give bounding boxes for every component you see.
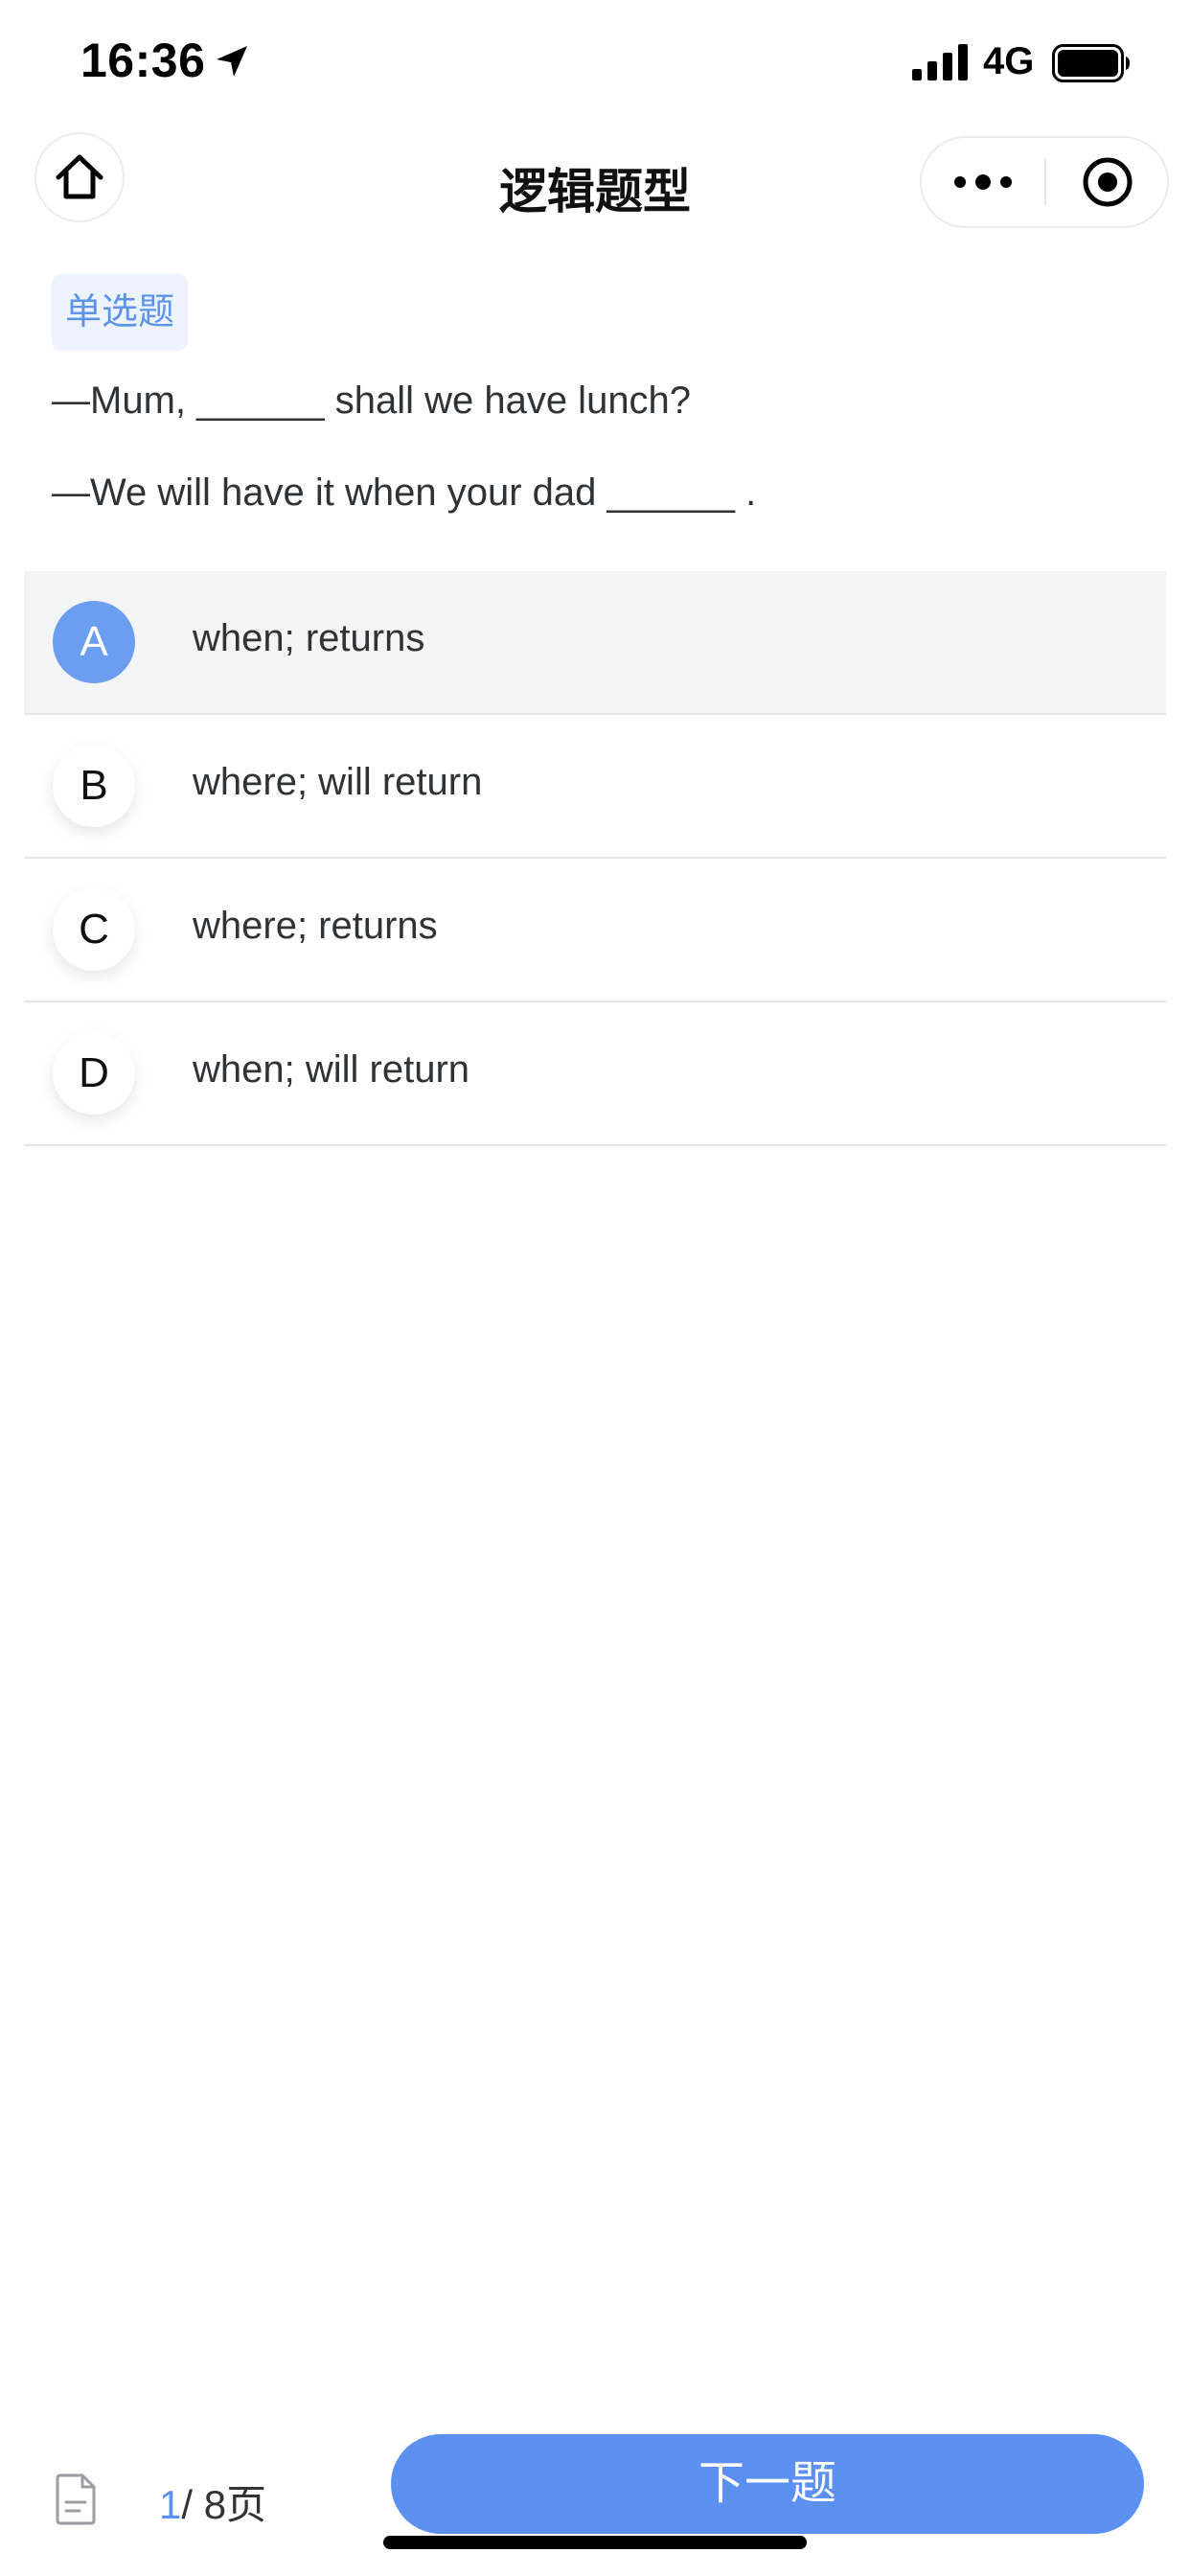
current-page: 1 (159, 2482, 182, 2527)
option-letter: B (53, 745, 135, 827)
option-text: when; returns (193, 617, 425, 659)
option-c[interactable]: C where; returns (24, 859, 1166, 1002)
close-mini-program-button[interactable] (1046, 138, 1169, 226)
question-type-badge: 单选题 (52, 274, 189, 351)
more-button[interactable] (922, 138, 1044, 226)
close-target-icon (1083, 157, 1133, 207)
option-a[interactable]: A when; returns (24, 571, 1166, 715)
signal-icon (912, 44, 968, 80)
option-d[interactable]: D when; will return (24, 1002, 1166, 1146)
option-letter: D (53, 1032, 135, 1115)
option-text: when; will return (193, 1048, 470, 1091)
option-text: where; returns (193, 905, 438, 947)
options-list: A when; returns B where; will return C w… (24, 571, 1166, 1146)
page-counter: 1/ 8页 (159, 2472, 266, 2531)
status-bar: 16:36 4G (0, 0, 1190, 125)
option-letter: C (53, 888, 135, 971)
footer-bar: 1/ 8页 下一题 (0, 2434, 1190, 2576)
more-icon (954, 174, 1012, 190)
location-arrow-icon (217, 46, 247, 77)
question-line-2: —We will have it when your dad ______ . (52, 472, 757, 514)
document-icon[interactable] (54, 2472, 98, 2526)
question-line-1: —Mum, ______ shall we have lunch? (52, 380, 692, 422)
network-type: 4G (983, 40, 1035, 82)
option-letter: A (53, 601, 135, 683)
battery-icon (1052, 44, 1130, 82)
status-time: 16:36 (80, 34, 206, 87)
option-text: where; will return (193, 761, 483, 803)
nav-header: 逻辑题型 (0, 125, 1190, 240)
total-pages: / 8页 (181, 2482, 267, 2527)
mini-program-capsule (920, 136, 1169, 228)
next-question-button[interactable]: 下一题 (391, 2434, 1144, 2534)
option-b[interactable]: B where; will return (24, 715, 1166, 859)
home-indicator (383, 2536, 807, 2549)
